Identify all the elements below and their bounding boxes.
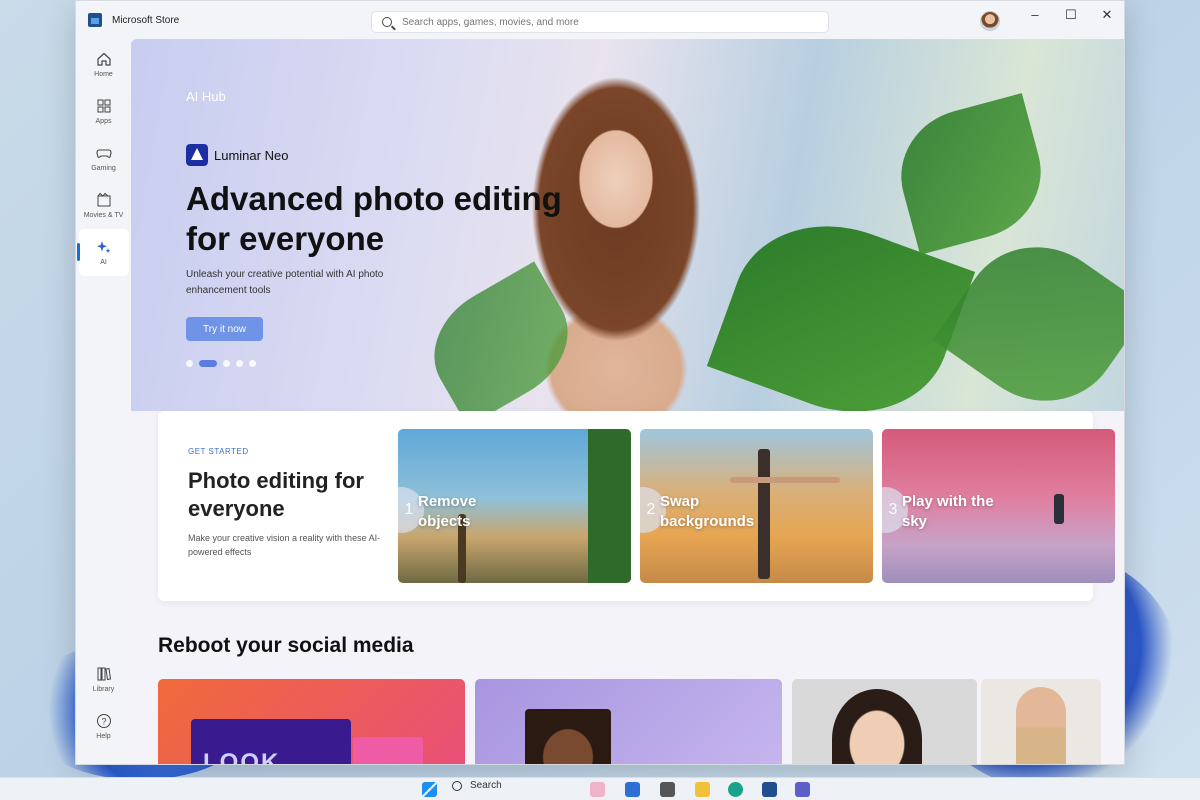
sidebar-bottom: Library ? Help [76,656,131,750]
social-tile[interactable] [792,679,977,764]
search-box[interactable] [371,11,829,33]
widget-icon[interactable] [590,782,605,797]
sidebar-item-label: Help [96,733,111,740]
taskbar: Search [0,777,1200,800]
sidebar-item-ai[interactable]: AI [76,229,129,276]
hero-title: Advanced photo editing for everyone [186,180,562,257]
carousel-dot[interactable] [236,360,243,367]
windows-start-icon[interactable] [422,782,437,797]
sidebar-item-apps[interactable]: Apps [79,88,129,135]
sidebar: Home Apps Gaming Movies & TV AI Library … [76,39,131,764]
sidebar-item-help[interactable]: ? Help [79,703,129,750]
hero-brand-name: Luminar Neo [214,147,289,163]
app-icon[interactable] [625,782,640,797]
carousel-dot[interactable] [186,360,193,367]
store-window: Microsoft Store – ☐ ✕ Home Apps Gaming M… [75,0,1125,765]
step-card-swap-backgrounds[interactable]: 2 Swap backgrounds [640,429,873,583]
title-bar: Microsoft Store – ☐ ✕ [76,1,1124,39]
sidebar-item-label: Apps [95,118,112,125]
gamepad-icon [95,149,112,158]
luminar-logo-icon [186,144,208,166]
step-label: Play with the sky [902,493,994,530]
search-icon [452,780,462,791]
film-icon [97,192,110,207]
tile-pink-block [353,737,423,764]
carousel-indicator [186,360,256,367]
portrait-image [832,689,922,764]
step-label: Swap backgrounds [660,493,755,530]
sidebar-item-label: Home [94,71,113,78]
svg-text:?: ? [101,717,106,727]
sidebar-item-home[interactable]: Home [79,41,129,88]
social-tile[interactable] [475,679,782,764]
teams-icon[interactable] [795,782,810,797]
taskbar-search-label: Search [470,780,502,791]
sidebar-item-label: Library [92,686,115,693]
tile-card-art: LOOK [191,719,351,764]
social-tile[interactable]: LOOK [158,679,465,764]
tile-card-text: LOOK [203,749,281,764]
sidebar-item-label: AI [100,259,107,266]
step-card-remove-objects[interactable]: 1 Remove objects [398,429,631,583]
search-input[interactable] [402,16,822,28]
carousel-dot[interactable] [249,360,256,367]
get-started-panel: GET STARTED Photo editing for everyone M… [158,411,1115,601]
try-it-now-button[interactable]: Try it now [186,317,263,341]
minimize-button[interactable]: – [1021,7,1049,22]
home-icon [96,52,111,66]
yoga-arm-decoration [730,477,840,483]
hero-brand: Luminar Neo [186,144,288,166]
search-icon [382,17,392,27]
store-icon [88,13,102,27]
section-title-social: Reboot your social media [158,634,414,657]
hero-banner[interactable]: AI Hub Luminar Neo Advanced photo editin… [131,39,1124,442]
hero-eyebrow: AI Hub [186,89,226,104]
close-button[interactable]: ✕ [1093,7,1121,23]
step-card-play-with-sky[interactable]: 3 Play with the sky [882,429,1115,583]
hero-leaf-decoration [886,93,1056,255]
tree-decoration [588,429,631,583]
library-icon [97,667,111,681]
portrait-image [525,709,611,764]
carousel-dot[interactable] [223,360,230,367]
carousel-dot-active[interactable] [199,360,217,367]
help-icon: ? [96,714,111,728]
avatar[interactable] [980,11,1000,31]
hero-leaf-decoration [932,216,1124,432]
step-label: Remove objects [418,493,477,530]
file-explorer-icon[interactable] [695,782,710,797]
app-icon[interactable] [660,782,675,797]
hero-subtitle: Unleash your creative potential with AI … [186,269,384,296]
sparkle-icon [96,241,110,254]
get-started-subtitle: Make your creative vision a reality with… [188,533,381,557]
sidebar-item-library[interactable]: Library [79,656,129,703]
sidebar-item-movies-tv[interactable]: Movies & TV [79,182,129,229]
sidebar-item-label: Gaming [91,165,116,172]
sidebar-item-label: Movies & TV [83,212,124,219]
sidebar-item-gaming[interactable]: Gaming [79,135,129,182]
main-content: AI Hub Luminar Neo Advanced photo editin… [131,39,1124,764]
surfer-decoration [1054,494,1064,524]
social-tile[interactable] [981,679,1101,764]
store-taskbar-icon[interactable] [762,782,777,797]
portrait-image [1016,687,1066,764]
apps-icon [97,99,110,113]
taskbar-search[interactable]: Search [452,780,502,791]
get-started-eyebrow: GET STARTED [188,447,249,456]
edge-icon[interactable] [728,782,743,797]
get-started-title: Photo editing for everyone [188,468,364,521]
maximize-button[interactable]: ☐ [1057,7,1085,23]
app-title: Microsoft Store [112,14,180,26]
